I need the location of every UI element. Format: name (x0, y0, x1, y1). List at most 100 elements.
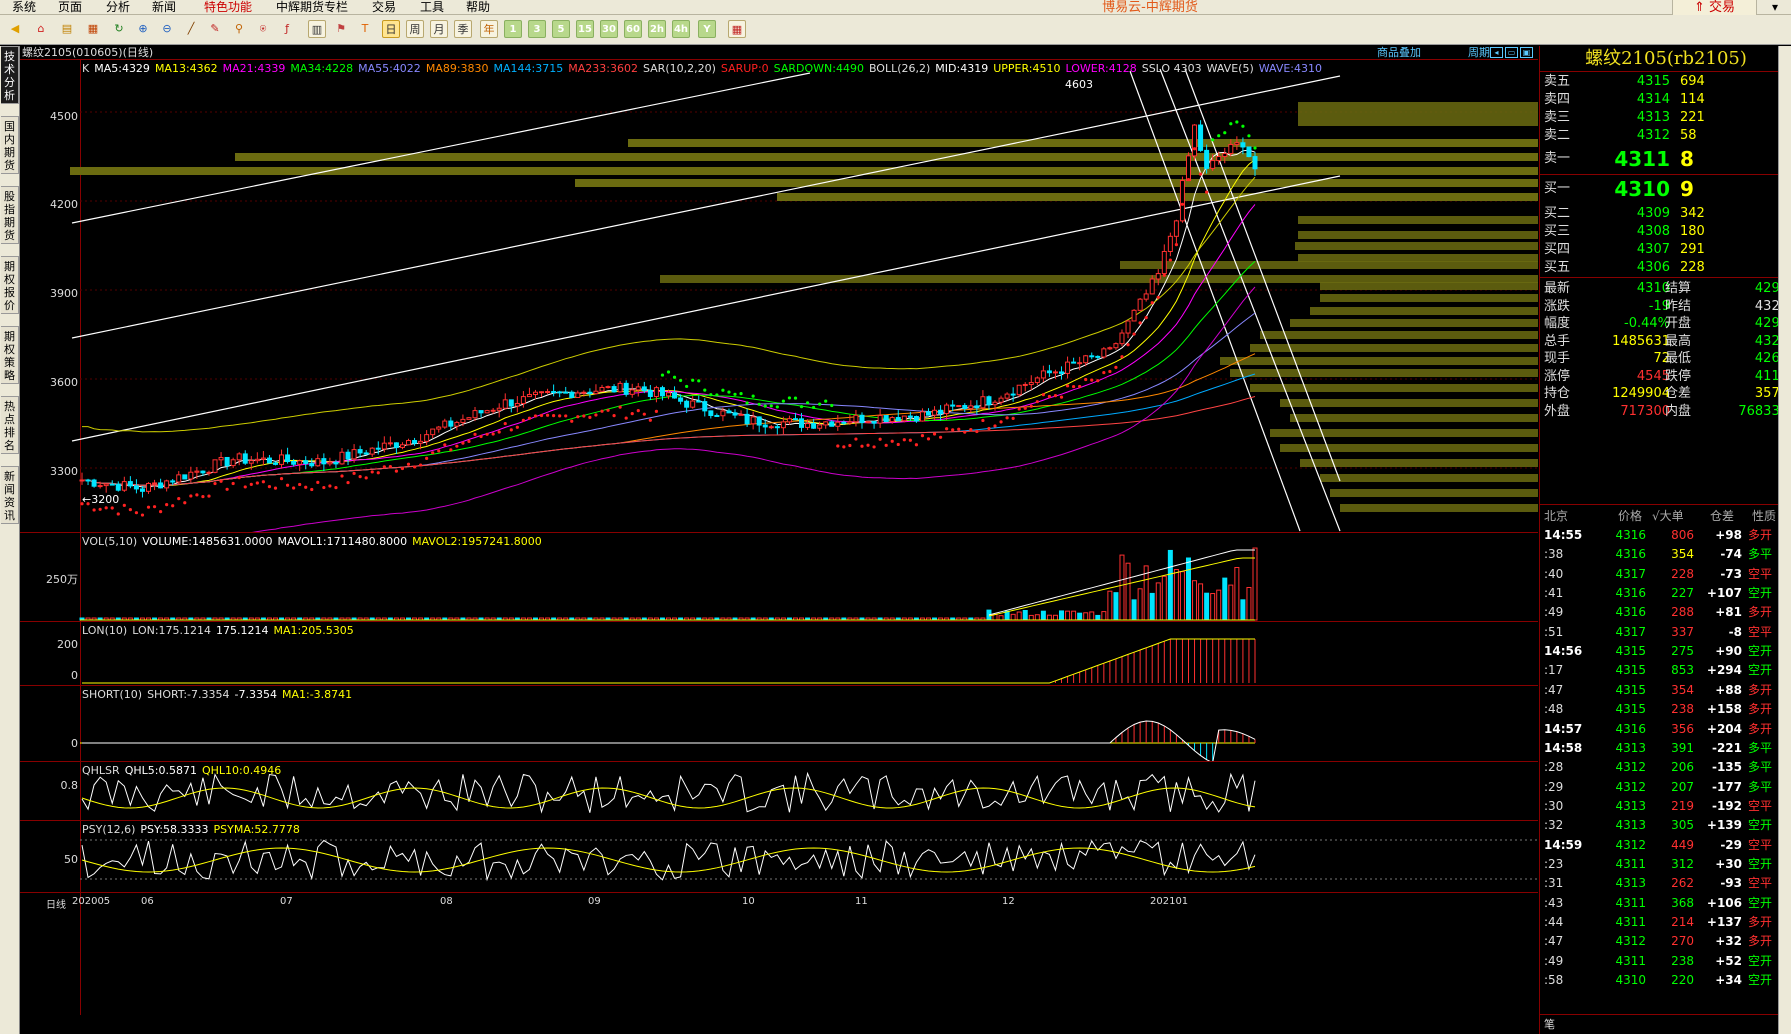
period-week-button[interactable]: 周 (406, 20, 424, 38)
right-scrollbar[interactable] (1778, 46, 1791, 1034)
period-month-button[interactable]: 月 (430, 20, 448, 38)
back-icon[interactable]: ◀ (6, 20, 24, 38)
indicator-icon[interactable]: ⚑ (332, 20, 350, 38)
tick-row[interactable]: :40 4317 228 -73 空平 (1540, 565, 1791, 584)
tick-row[interactable]: :47 4315 354 +88 多开 (1540, 681, 1791, 700)
quote-list-icon[interactable]: ▤ (58, 20, 76, 38)
tick-row[interactable]: :38 4316 354 -74 多平 (1540, 545, 1791, 564)
ask-row[interactable]: 卖一 4311 8 (1540, 144, 1791, 174)
tick-row[interactable]: :41 4316 227 +107 空开 (1540, 584, 1791, 603)
tab-index-futures[interactable]: 股指期货 (1, 186, 19, 244)
qhlsr-panel[interactable]: QHLSR QHL5:0.5871 QHL10:0.4946 0.8 (20, 763, 1538, 821)
tick-row[interactable]: :48 4315 238 +158 多开 (1540, 700, 1791, 719)
tick-row[interactable]: :28 4312 206 -135 多平 (1540, 758, 1791, 777)
tick-header: 北京 价格 √大单 仓差 性质 (1540, 506, 1791, 526)
pin-icon[interactable]: ⍟ (254, 20, 272, 38)
funnel-icon[interactable]: ⚲ (230, 20, 248, 38)
period-2h-button[interactable]: 2h (648, 20, 666, 38)
bid-row[interactable]: 买四 4307 291 (1540, 240, 1791, 260)
chart-maximize-icon[interactable]: ▣ (1520, 47, 1533, 58)
period-15min-button[interactable]: 15 (576, 20, 594, 38)
period-5min-button[interactable]: 5 (552, 20, 570, 38)
menu-system[interactable]: 系统 (12, 0, 36, 15)
pen-icon[interactable]: ✎ (206, 20, 224, 38)
tick-row[interactable]: 14:59 4312 449 -29 空平 (1540, 836, 1791, 855)
short-panel[interactable]: SHORT(10) SHORT:-7.3354 -7.3354 MA1:-3.8741… (20, 687, 1538, 762)
kline-panel[interactable]: K MA5:4329 MA13:4362 MA21:4339 MA34:4228 MA55… (20, 61, 1538, 533)
draw-line-icon[interactable]: ╱ (182, 20, 200, 38)
tick-row[interactable]: 14:58 4313 391 -221 多平 (1540, 739, 1791, 758)
tick-row[interactable]: 14:55 4316 806 +98 多开 (1540, 526, 1791, 545)
window-menu-icon[interactable]: ▾ (1762, 0, 1788, 15)
tick-row[interactable]: :44 4311 214 +137 多开 (1540, 913, 1791, 932)
menu-featured[interactable]: 特色功能 (204, 0, 252, 15)
tick-row[interactable]: :49 4311 238 +52 空开 (1540, 952, 1791, 971)
menu-tools[interactable]: 工具 (420, 0, 444, 15)
sar-dot (364, 476, 368, 480)
tab-domestic-futures[interactable]: 国内期货 (1, 116, 19, 174)
tick-row[interactable]: :30 4313 219 -192 空平 (1540, 797, 1791, 816)
candle-body (1010, 393, 1016, 396)
period-3min-button[interactable]: 3 (528, 20, 546, 38)
period-link[interactable]: 周期 (1468, 46, 1490, 60)
ask-row[interactable]: 卖二 4312 58 (1540, 126, 1791, 146)
high-marker: 4603 (1065, 78, 1093, 91)
refresh-icon[interactable]: ↻ (110, 20, 128, 38)
period-30min-button[interactable]: 30 (600, 20, 618, 38)
tick-row[interactable]: 14:57 4316 356 +204 多开 (1540, 720, 1791, 739)
bid-row[interactable]: 买三 4308 180 (1540, 222, 1791, 242)
tick-row[interactable]: :43 4311 368 +106 空开 (1540, 894, 1791, 913)
tab-technical-analysis[interactable]: 技术分析 (1, 46, 19, 104)
calculator-icon[interactable]: ▦ (728, 20, 746, 38)
psy-panel[interactable]: PSY(12,6) PSY:58.3333 PSYMA:52.7778 50 (20, 822, 1538, 892)
menu-analysis[interactable]: 分析 (106, 0, 130, 15)
tab-news[interactable]: 新闻资讯 (1, 466, 19, 524)
tab-hot-ranking[interactable]: 热点排名 (1, 396, 19, 454)
period-year-button[interactable]: 年 (480, 20, 498, 38)
tick-row[interactable]: :23 4311 312 +30 空开 (1540, 855, 1791, 874)
menu-zhonghui-column[interactable]: 中辉期货专栏 (276, 0, 348, 15)
lon-panel[interactable]: LON(10) LON:175.1214 175.1214 MA1:205.5305 … (20, 623, 1538, 686)
f10-icon[interactable]: ▦ (84, 20, 102, 38)
tab-option-quotes[interactable]: 期权报价 (1, 256, 19, 314)
bid-row[interactable]: 买五 4306 228 (1540, 258, 1791, 278)
period-quarter-button[interactable]: 季 (454, 20, 472, 38)
tab-trades[interactable]: 笔 (1544, 1016, 1555, 1032)
tick-row[interactable]: 14:56 4315 275 +90 空开 (1540, 642, 1791, 661)
period-day-button[interactable]: 日 (382, 20, 400, 38)
table-icon[interactable]: ▥ (308, 20, 326, 38)
zoom-in-icon[interactable]: ⊕ (134, 20, 152, 38)
zoom-out-icon[interactable]: ⊖ (158, 20, 176, 38)
tick-row[interactable]: :32 4313 305 +139 空开 (1540, 816, 1791, 835)
tab-option-strategy[interactable]: 期权策略 (1, 326, 19, 384)
menu-page[interactable]: 页面 (58, 0, 82, 15)
tick-row[interactable]: :58 4310 220 +34 空开 (1540, 971, 1791, 990)
tick-row[interactable]: :17 4315 853 +294 空开 (1540, 661, 1791, 680)
trade-button[interactable]: ⇑ 交易 (1672, 0, 1757, 15)
chart-restore-icon[interactable]: ▭ (1505, 47, 1518, 58)
formula-icon[interactable]: ƒ (278, 20, 296, 38)
home-icon[interactable]: ⌂ (32, 20, 50, 38)
menu-news[interactable]: 新闻 (152, 0, 176, 15)
bid-row[interactable]: 买一 4310 9 (1540, 174, 1791, 204)
menu-help[interactable]: 帮助 (466, 0, 490, 15)
tick-row[interactable]: :31 4313 262 -93 空平 (1540, 874, 1791, 893)
period-year-green-button[interactable]: Y (698, 20, 716, 38)
bid-row[interactable]: 买二 4309 342 (1540, 204, 1791, 224)
tick-row[interactable]: :29 4312 207 -177 多平 (1540, 778, 1791, 797)
tick-row[interactable]: :47 4312 270 +32 多开 (1540, 932, 1791, 951)
ask-row[interactable]: 卖四 4314 114 (1540, 90, 1791, 110)
ask-row[interactable]: 卖五 4315 694 (1540, 72, 1791, 92)
chart-prev-icon[interactable]: ◂ (1490, 47, 1503, 58)
tick-row[interactable]: :51 4317 337 -8 空平 (1540, 623, 1791, 642)
tick-icon[interactable]: T (356, 20, 374, 38)
period-1min-button[interactable]: 1 (504, 20, 522, 38)
chart-area[interactable]: 螺纹2105(010605)(日线) 商品叠加 周期 ◂ ▭ ▣ K MA5:43… (20, 46, 1538, 1034)
menu-trade[interactable]: 交易 (372, 0, 396, 15)
ask-row[interactable]: 卖三 4313 221 (1540, 108, 1791, 128)
volume-panel[interactable]: VOL(5,10) VOLUME:1485631.0000 MAVOL1:17114… (20, 534, 1538, 622)
period-4h-button[interactable]: 4h (672, 20, 690, 38)
overlay-link[interactable]: 商品叠加 (1377, 46, 1421, 60)
tick-row[interactable]: :49 4316 288 +81 多开 (1540, 603, 1791, 622)
period-60min-button[interactable]: 60 (624, 20, 642, 38)
